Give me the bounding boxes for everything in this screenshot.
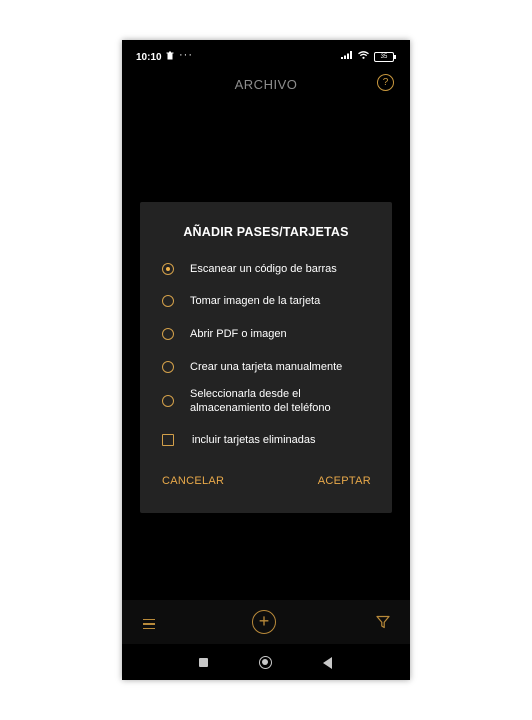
battery-icon: 35	[374, 51, 396, 62]
status-time: 10:10	[136, 52, 162, 63]
radio-button-selected[interactable]	[162, 263, 174, 275]
option-label: Crear una tarjeta manualmente	[190, 361, 343, 373]
radio-button[interactable]	[162, 395, 174, 407]
option-open-pdf[interactable]: Abrir PDF o imagen	[162, 327, 287, 341]
page-title: ARCHIVO	[234, 77, 298, 92]
option-label: Tomar imagen de la tarjeta	[190, 295, 321, 307]
option-scan-barcode[interactable]: Escanear un código de barras	[162, 262, 337, 276]
option-create-manually[interactable]: Crear una tarjeta manualmente	[162, 360, 342, 374]
trash-icon	[166, 51, 174, 63]
nav-back-icon[interactable]	[323, 657, 332, 669]
system-nav-bar	[122, 644, 410, 680]
option-label-line2: almacenamiento del teléfono	[190, 402, 331, 414]
add-icon[interactable]: +	[252, 610, 276, 634]
include-deleted-option[interactable]: incluir tarjetas eliminadas	[162, 433, 316, 447]
nav-recents-icon[interactable]	[199, 658, 208, 667]
wifi-icon	[358, 51, 369, 62]
option-label-line1: Seleccionarla desde el	[190, 388, 301, 400]
checkbox-label: incluir tarjetas eliminadas	[192, 434, 316, 446]
radio-button[interactable]	[162, 295, 174, 307]
phone-screen: 10:10 ··· 35 ARCHIVO ? AÑADIR PASES/TARJ…	[122, 40, 410, 680]
option-label: Seleccionarla desde el almacenamiento de…	[190, 387, 331, 415]
dialog-title: AÑADIR PASES/TARJETAS	[183, 225, 349, 239]
signal-icon	[341, 51, 353, 62]
option-select-storage[interactable]: Seleccionarla desde el almacenamiento de…	[162, 387, 331, 415]
add-passes-dialog: AÑADIR PASES/TARJETAS Escanear un código…	[140, 202, 392, 513]
status-bar: 10:10 ··· 35	[122, 40, 410, 74]
filter-icon[interactable]	[376, 615, 390, 634]
cancel-button[interactable]: CANCELAR	[162, 475, 224, 487]
option-label: Escanear un código de barras	[190, 263, 337, 275]
menu-icon[interactable]	[143, 619, 155, 632]
include-deleted-checkbox[interactable]	[162, 434, 174, 446]
radio-button[interactable]	[162, 328, 174, 340]
notification-dots: ···	[179, 49, 193, 61]
bottom-toolbar: +	[122, 600, 410, 644]
nav-home-icon[interactable]	[259, 656, 272, 669]
radio-button[interactable]	[162, 361, 174, 373]
accept-button[interactable]: ACEPTAR	[318, 475, 371, 487]
option-take-image[interactable]: Tomar imagen de la tarjeta	[162, 294, 320, 308]
option-label: Abrir PDF o imagen	[190, 328, 287, 340]
help-icon[interactable]: ?	[377, 74, 394, 91]
